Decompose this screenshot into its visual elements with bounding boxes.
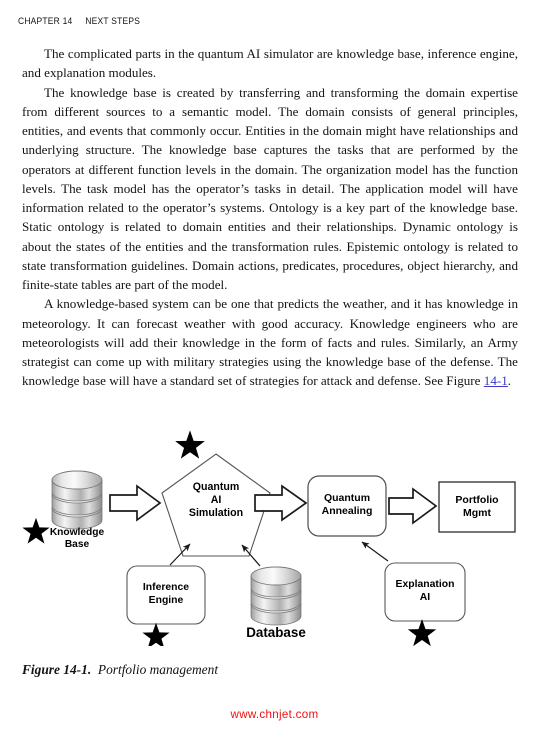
database-label: Database <box>246 625 306 640</box>
knowledge-base-cylinder-icon <box>51 470 103 530</box>
figure-14-1-diagram: Knowledge Base Quantum AI Simulation Qua… <box>18 424 530 646</box>
node-knowledge-base: Knowledge Base <box>50 470 105 550</box>
figure-caption-number: Figure 14-1. <box>22 662 92 677</box>
paragraph-3: A knowledge-based system can be one that… <box>22 294 518 390</box>
knowledge-base-label-line2: Base <box>65 539 90 550</box>
block-arrow-annealing-to-portfolio <box>388 487 438 525</box>
explanation-ai-label-line1: Explanation <box>396 579 455 590</box>
header-title: NEXT STEPS <box>85 16 141 26</box>
connector-explanation-to-annealing <box>361 541 389 562</box>
node-quantum-ai-simulation: Quantum AI Simulation <box>161 453 271 557</box>
star-marker-explanation-ai <box>407 619 437 646</box>
node-portfolio-mgmt: Portfolio Mgmt <box>438 481 516 533</box>
figure-caption-spacer <box>91 662 98 677</box>
node-quantum-annealing: Quantum Annealing <box>307 475 387 537</box>
inference-engine-label-line1: Inference <box>143 582 189 593</box>
quantum-ai-simulation-label-line1: Quantum <box>193 481 240 493</box>
paragraph-1: The complicated parts in the quantum AI … <box>22 46 518 81</box>
star-marker-knowledge-base <box>22 517 50 544</box>
knowledge-base-label-line1: Knowledge <box>50 527 105 538</box>
body-text: The complicated parts in the quantum AI … <box>22 44 518 391</box>
node-database: Database <box>246 566 306 640</box>
portfolio-mgmt-label-line2: Mgmt <box>463 507 491 519</box>
figure-caption: Figure 14-1. Portfolio management <box>22 662 218 678</box>
figure-cross-reference-link[interactable]: 14-1 <box>484 373 508 388</box>
page-header: CHAPTER 14 NEXT STEPS <box>18 16 140 26</box>
portfolio-management-flow-diagram: Knowledge Base Quantum AI Simulation Qua… <box>22 430 516 646</box>
quantum-annealing-label-line2: Annealing <box>322 505 373 517</box>
star-marker-quantum-ai-simulation <box>175 430 205 459</box>
site-watermark: www.chnjet.com <box>230 708 319 721</box>
quantum-ai-simulation-label-line2: AI <box>211 494 222 506</box>
star-marker-inference-engine <box>142 622 170 646</box>
header-chapter: CHAPTER 14 <box>18 16 73 26</box>
figure-caption-text: Portfolio management <box>97 662 219 677</box>
paragraph-3-text-before: A knowledge-based system can be one that… <box>22 296 518 389</box>
database-cylinder-icon <box>250 566 302 626</box>
paragraph-3-text-after: . <box>507 373 512 389</box>
quantum-ai-simulation-label-line3: Simulation <box>189 507 243 519</box>
explanation-ai-label-line2: AI <box>420 592 431 603</box>
portfolio-mgmt-label-line1: Portfolio <box>455 494 498 506</box>
node-inference-engine: Inference Engine <box>126 565 206 625</box>
block-arrow-kb-to-simulation <box>109 484 162 522</box>
paragraph-2: The knowledge base is created by transfe… <box>22 84 518 293</box>
node-explanation-ai: Explanation AI <box>384 562 466 622</box>
inference-engine-label-line2: Engine <box>149 595 184 606</box>
quantum-annealing-label-line1: Quantum <box>324 492 370 504</box>
